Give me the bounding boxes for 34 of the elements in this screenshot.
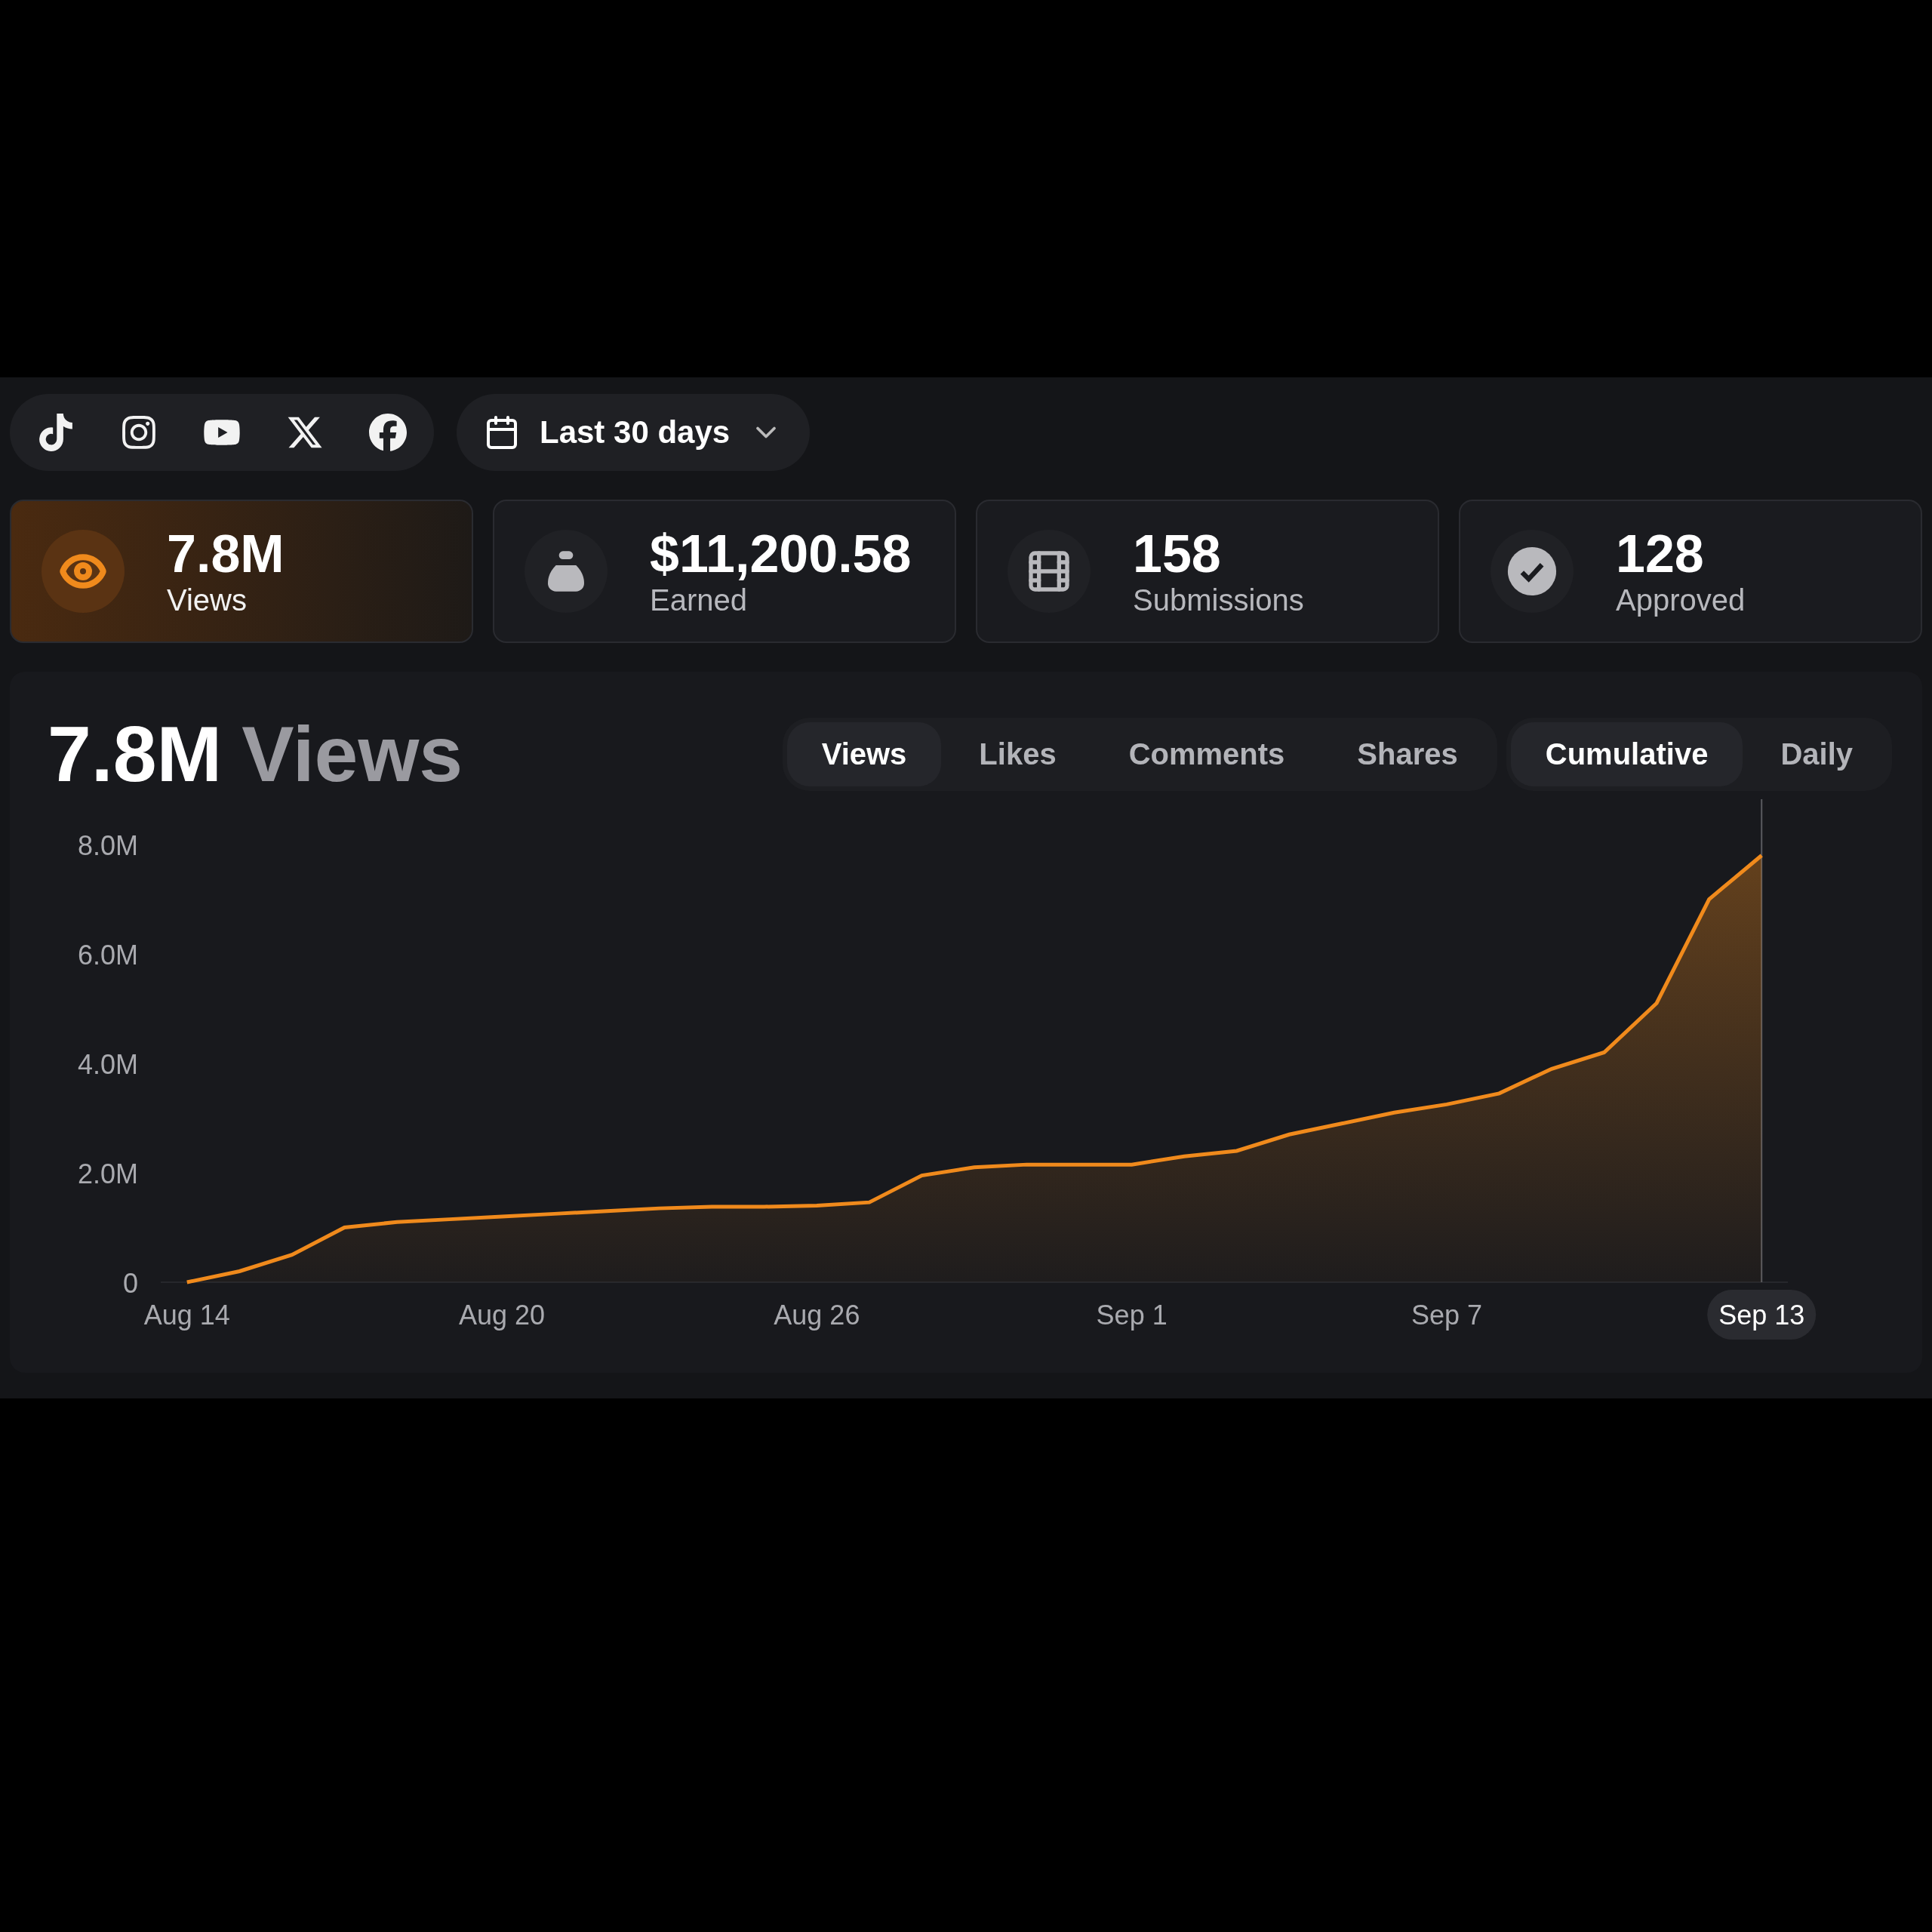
metric-tab[interactable]: Comments [1094, 722, 1320, 786]
stat-value: $11,200.58 [650, 525, 912, 583]
axis-label: Sep 1 [1096, 1300, 1168, 1331]
headline-value: 7.8M [48, 709, 223, 799]
metric-tab[interactable]: Views [786, 722, 942, 786]
axis-label: 6.0M [77, 940, 138, 971]
stat-value: 128 [1616, 525, 1705, 583]
axis-label: Aug 20 [459, 1300, 546, 1331]
stat-label: Views [167, 583, 248, 617]
stat-card[interactable]: 128 Approved [1459, 500, 1922, 643]
axis-label: Sep 7 [1411, 1300, 1482, 1331]
axis-label: 0 [122, 1268, 138, 1299]
axis-label: 8.0M [77, 830, 138, 861]
stat-card[interactable]: 158 Submissions [976, 500, 1439, 643]
axis-label: Aug 26 [774, 1300, 860, 1331]
axis-label: Aug 14 [143, 1300, 230, 1331]
axis-label: 4.0M [77, 1049, 138, 1080]
stat-label: Submissions [1133, 583, 1304, 617]
stat-card[interactable]: 7.8M Views [10, 500, 473, 643]
x-tick-label: Sep 13 [1718, 1300, 1805, 1331]
stat-value: 158 [1133, 525, 1222, 583]
stat-label: Earned [650, 583, 748, 617]
date-range-dropdown[interactable]: Last 30 days [457, 394, 811, 471]
mode-tab[interactable]: Daily [1746, 722, 1887, 786]
stat-card[interactable]: $11,200.58 Earned [493, 500, 956, 643]
mode-tab[interactable]: Cumulative [1510, 722, 1743, 786]
headline-label: Views [242, 709, 463, 799]
metric-tab[interactable]: Shares [1322, 722, 1493, 786]
axis-label: 2.0M [77, 1158, 138, 1189]
stat-value: 7.8M [167, 525, 285, 583]
check-circle-icon [1506, 545, 1558, 598]
stat-label: Approved [1616, 583, 1746, 617]
metric-tab[interactable]: Likes [944, 722, 1091, 786]
date-pill: Sep 13 [1707, 1290, 1817, 1340]
